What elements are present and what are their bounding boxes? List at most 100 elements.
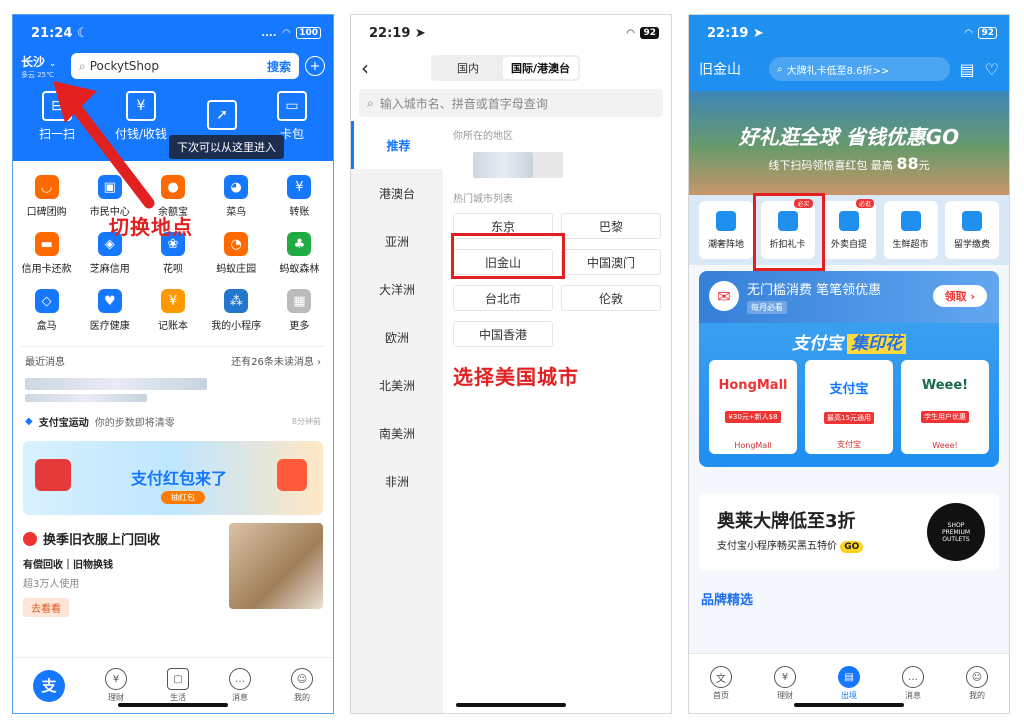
promo-card[interactable]: ✉ 无门槛消费 笔笔领优惠 每月必看 领取 › <box>699 271 999 323</box>
app-transfer[interactable]: ¥ 转账 <box>268 175 331 218</box>
city-name[interactable]: 旧金山 <box>699 59 759 79</box>
city-option[interactable]: 巴黎 <box>561 213 661 239</box>
brand-logo: 支付宝 <box>829 382 869 397</box>
search-icon: ⌕ <box>367 95 374 110</box>
app-more[interactable]: ▦ 更多 <box>268 289 331 332</box>
recycle-card[interactable]: 换季旧衣服上门回收 有偿回收｜旧物换钱 超3万人使用 去看看 <box>23 523 323 625</box>
app-label: 芝麻信用 <box>89 264 130 275</box>
category-takeout[interactable]: 外卖自提 必逛 <box>822 199 876 259</box>
tab-message[interactable]: … 消息 <box>229 668 251 703</box>
city-option[interactable]: 台北市 <box>453 285 553 311</box>
hero-title: 好礼逛全球 省钱优惠GO <box>738 125 960 149</box>
tab-domestic[interactable]: 国内 <box>433 57 503 79</box>
tooltip-text: 下次可以从这里进入 <box>177 141 276 154</box>
category-luxury[interactable]: 潮奢阵地 <box>699 201 753 259</box>
tab-life[interactable]: ▢ 生活 <box>167 668 189 703</box>
app-label: 信用卡还款 <box>21 264 72 275</box>
profile-icon: ☺ <box>291 668 313 690</box>
news-unread-link[interactable]: 还有26条未读消息 › <box>231 353 321 368</box>
home-indicator <box>456 703 566 707</box>
tab-wealth[interactable]: ¥ 理财 <box>105 668 127 703</box>
tab-wealth[interactable]: ¥ 理财 <box>774 666 796 701</box>
stamp-name: 支付宝 <box>837 440 861 449</box>
stamp-cards: HongMall ¥30元+新人$8 HongMall 支付宝 最高15元通用 支付宝 We… <box>699 354 999 460</box>
search-placeholder: 输入城市名、拼音或首字母查询 <box>379 96 548 111</box>
search-input[interactable]: ⌕ 大牌礼卡低至8.6折>> <box>769 57 950 81</box>
phone-overseas-page: 22:19 ➤ ◠ 92 旧金山 ⌕ 大牌礼卡低至8.6折>> ▤ ♡ 好礼逛全球 … <box>688 14 1010 714</box>
region-item[interactable]: 欧洲 <box>351 313 443 361</box>
overseas-header: 22:19 ➤ ◠ 92 旧金山 ⌕ 大牌礼卡低至8.6折>> ▤ ♡ <box>689 15 1009 91</box>
region-item[interactable]: 非洲 <box>351 457 443 505</box>
brand-logo: Weee! <box>921 378 969 393</box>
category-badge: 必逛 <box>855 199 874 208</box>
tab-profile[interactable]: ☺ 我的 <box>966 666 988 701</box>
category-supermarket[interactable]: 生鲜超市 <box>883 201 938 259</box>
search-text: PockytShop <box>89 59 159 73</box>
stamp-tag: 学生用户优惠 <box>921 411 969 423</box>
app-forest[interactable]: ♣ 蚂蚁森林 <box>268 232 331 275</box>
gift-icon <box>277 459 307 491</box>
app-label: 蚂蚁庄园 <box>216 264 257 275</box>
outlet-banner[interactable]: 奥莱大牌低至3折 支付宝小程序畅买黑五特价 GO SHOP PREMIUM OU… <box>699 493 999 571</box>
city-option[interactable]: 伦敦 <box>561 285 661 311</box>
travel-icon: ▤ <box>838 666 860 688</box>
red-packet-banner[interactable]: 支付红包来了 抽红包 <box>23 441 323 515</box>
city-search-input[interactable]: ⌕ 输入城市名、拼音或首字母查询 <box>359 89 663 117</box>
category-study[interactable]: 留学缴费 <box>945 201 999 259</box>
card-icon: ▭ <box>277 91 307 121</box>
wifi-icon: ◠ <box>964 27 973 39</box>
tab-label: 理财 <box>777 691 793 700</box>
news-title: 最近消息 <box>25 357 65 368</box>
favorite-icon[interactable]: ♡ <box>985 60 999 79</box>
brand-section-title: 品牌精选 <box>701 593 754 608</box>
action-send[interactable]: ➚ <box>207 99 238 134</box>
city-option[interactable]: 中国香港 <box>453 321 553 347</box>
alipay-home-icon: 支 <box>33 669 65 702</box>
card-icon[interactable]: ▤ <box>960 60 975 79</box>
tab-travel[interactable]: ▤ 出境 <box>838 666 860 701</box>
tab-message[interactable]: … 消息 <box>902 666 924 701</box>
hero-banner: 好礼逛全球 省钱优惠GO 线下扫码领惊喜红包 最高 88元 <box>689 91 1009 195</box>
tab-home[interactable]: 文首页 <box>710 666 732 701</box>
stamp-card[interactable]: HongMall ¥30元+新人$8 HongMall <box>709 360 797 454</box>
tab-international[interactable]: 国际/港澳台 <box>503 57 579 79</box>
city-option[interactable]: 中国澳门 <box>561 249 661 275</box>
app-label: 蚂蚁森林 <box>279 264 320 275</box>
search-input[interactable]: ⌕ PockytShop 搜索 <box>71 53 299 79</box>
tab-label: 消息 <box>905 691 921 700</box>
tab-home[interactable]: 支 <box>33 669 65 702</box>
app-label: 医疗健康 <box>89 321 130 332</box>
add-icon[interactable]: + <box>305 56 325 76</box>
app-chicken[interactable]: ◔ 蚂蚁庄园 <box>205 232 268 275</box>
app-cainiao[interactable]: ◕ 菜鸟 <box>205 175 268 218</box>
app-ledger[interactable]: ¥ 记账本 <box>141 289 204 332</box>
region-item[interactable]: 北美洲 <box>351 361 443 409</box>
app-miniapp[interactable]: ⁂ 我的小程序 <box>205 289 268 332</box>
app-credit-card[interactable]: ▬ 信用卡还款 <box>15 232 78 275</box>
stamp-card[interactable]: Weee! 学生用户优惠 Weee! <box>901 360 989 454</box>
region-item[interactable]: 推荐 <box>351 121 443 169</box>
search-button[interactable]: 搜索 <box>263 58 295 75</box>
claim-button[interactable]: 领取 › <box>932 285 987 307</box>
tab-profile[interactable]: ☺ 我的 <box>291 668 313 703</box>
wealth-icon: ¥ <box>105 668 127 690</box>
hot-cities-label: 热门城市列表 <box>453 194 513 205</box>
banner-button[interactable]: 抽红包 <box>161 491 205 504</box>
location-switcher[interactable]: 长沙 ⌄ 多云 25℃ <box>21 53 65 80</box>
region-item[interactable]: 大洋洲 <box>351 265 443 313</box>
region-item[interactable]: 亚洲 <box>351 217 443 265</box>
app-health[interactable]: ♥ 医疗健康 <box>78 289 141 332</box>
region-item[interactable]: 港澳台 <box>351 169 443 217</box>
region-item[interactable]: 南美洲 <box>351 409 443 457</box>
battery-icon: 92 <box>640 27 659 39</box>
promo-subtitle: 每月必看 <box>747 301 787 314</box>
news-item[interactable]: ◆ 支付宝运动 你的步数即将清零 8分钟前 <box>21 410 325 433</box>
recycle-button[interactable]: 去看看 <box>23 598 69 617</box>
go-button[interactable]: GO <box>840 541 864 553</box>
region-sidebar: 推荐 港澳台 亚洲 大洋洲 欧洲 北美洲 南美洲 非洲 <box>351 121 443 713</box>
app-label: 更多 <box>289 321 310 332</box>
stamp-card[interactable]: 支付宝 最高15元通用 支付宝 <box>805 360 893 454</box>
back-icon[interactable]: ‹ <box>361 56 431 80</box>
message-icon: … <box>229 668 251 690</box>
app-hema[interactable]: ◇ 盒马 <box>15 289 78 332</box>
